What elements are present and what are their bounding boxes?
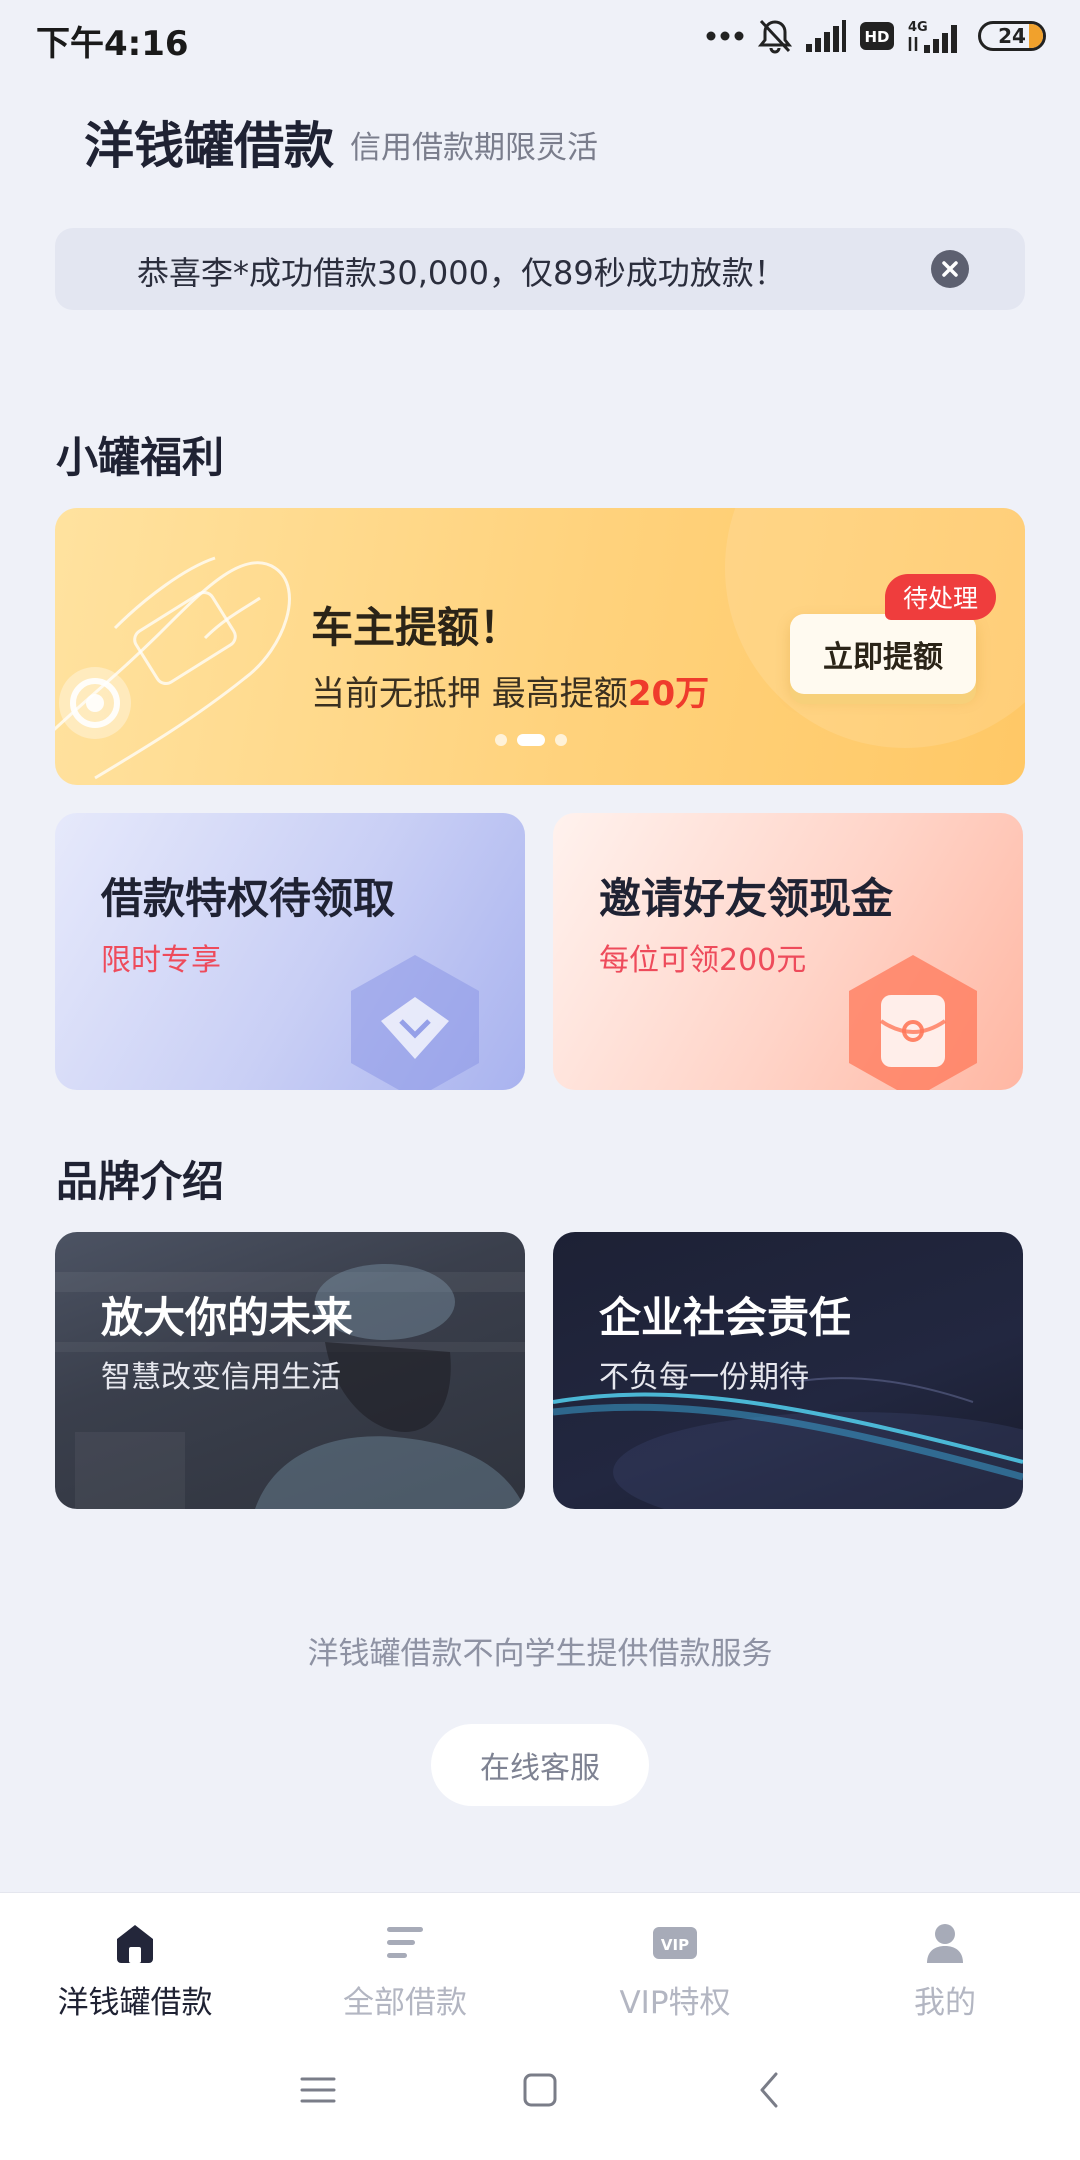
status-icons: HD 4G 24 (706, 18, 1046, 54)
mute-bell-icon (758, 19, 792, 54)
brand-future-subtitle: 智慧改变信用生活 (101, 1360, 341, 1395)
tab-home-label: 洋钱罐借款 (57, 1985, 213, 2021)
system-navigation-bar (0, 2032, 1080, 2160)
pagination-dot-active (517, 734, 545, 746)
bottom-tab-bar: 洋钱罐借款 全部借款 VIP VIP特权 我的 (0, 1892, 1080, 2032)
invite-card-subtitle: 每位可领200元 (599, 943, 807, 978)
back-icon[interactable] (752, 2072, 788, 2108)
banner-title: 车主提额！ (311, 603, 522, 652)
privilege-card[interactable]: 借款特权待领取 限时专享 (55, 813, 525, 1090)
vip-icon: VIP (653, 1927, 697, 1959)
close-icon[interactable] (931, 250, 969, 288)
brand-future-title: 放大你的未来 (101, 1293, 354, 1342)
app-title: 洋钱罐借款 (84, 117, 334, 175)
student-disclaimer: 洋钱罐借款不向学生提供借款服务 (307, 1636, 773, 1672)
status-bar: 下午4:16 HD 4G 24 (0, 0, 1080, 76)
brand-future-card[interactable]: 放大你的未来 智慧改变信用生活 (55, 1232, 525, 1509)
network-label: 4G (908, 20, 928, 35)
battery-level: 24 (998, 24, 1026, 48)
tab-home[interactable]: 洋钱罐借款 (0, 1893, 270, 2033)
brand-csr-card[interactable]: 企业社会责任 不负每一份期待 (553, 1232, 1023, 1509)
diamond-icon (351, 955, 479, 1090)
banner-desc-prefix: 当前无抵押 最高提额 (311, 674, 628, 714)
pagination-dot (555, 734, 567, 746)
tab-all-loans[interactable]: 全部借款 (270, 1893, 540, 2033)
tab-vip-label: VIP特权 (619, 1985, 731, 2021)
notice-text: 恭喜李*成功借款30,000，仅89秒成功放款！ (137, 254, 786, 292)
car-owner-banner[interactable]: 车主提额！ 当前无抵押 最高提额20万 立即提额 待处理 (55, 508, 1025, 785)
signal-4g-icon: 4G (908, 20, 957, 53)
loan-notice-bar: 恭喜李*成功借款30,000，仅89秒成功放款！ (55, 228, 1025, 310)
invite-card-title: 邀请好友领现金 (599, 874, 894, 923)
tab-vip[interactable]: VIP VIP特权 (540, 1893, 810, 2033)
banner-desc: 当前无抵押 最高提额20万 (311, 666, 709, 715)
more-dots-icon (706, 31, 744, 41)
brand-csr-title: 企业社会责任 (599, 1293, 852, 1342)
online-service-button[interactable]: 在线客服 (431, 1724, 649, 1806)
home-square-icon[interactable] (522, 2072, 558, 2108)
pagination-dot (495, 734, 507, 746)
tab-mine-label: 我的 (914, 1985, 976, 2021)
user-icon (927, 1924, 963, 1963)
status-time: 下午4:16 (36, 24, 189, 64)
privilege-card-title: 借款特权待领取 (101, 874, 396, 923)
hd-label: HD (864, 28, 889, 46)
signal-icon (806, 20, 846, 52)
banner-desc-highlight: 20万 (627, 674, 710, 714)
battery-icon: 24 (978, 21, 1046, 51)
brand-section-title: 品牌介绍 (56, 1157, 225, 1206)
pending-badge: 待处理 (885, 574, 997, 620)
tab-all-loans-label: 全部借款 (343, 1985, 467, 2021)
welfare-section-title: 小罐福利 (56, 433, 225, 482)
menu-icon[interactable] (300, 2072, 336, 2108)
tab-mine[interactable]: 我的 (810, 1893, 1080, 2033)
raise-limit-button[interactable]: 立即提额 (790, 614, 976, 694)
vip-icon-text: VIP (661, 1936, 689, 1954)
privilege-card-subtitle: 限时专享 (101, 943, 221, 978)
list-icon (387, 1927, 423, 1958)
hd-icon: HD (860, 22, 894, 50)
invite-card[interactable]: 邀请好友领现金 每位可领200元 (553, 813, 1023, 1090)
car-icon (55, 556, 291, 780)
brand-csr-subtitle: 不负每一份期待 (599, 1360, 809, 1395)
banner-pagination (495, 734, 567, 746)
app-subtitle: 信用借款期限灵活 (350, 130, 598, 166)
red-envelope-icon (849, 955, 977, 1090)
home-icon (117, 1925, 153, 1963)
